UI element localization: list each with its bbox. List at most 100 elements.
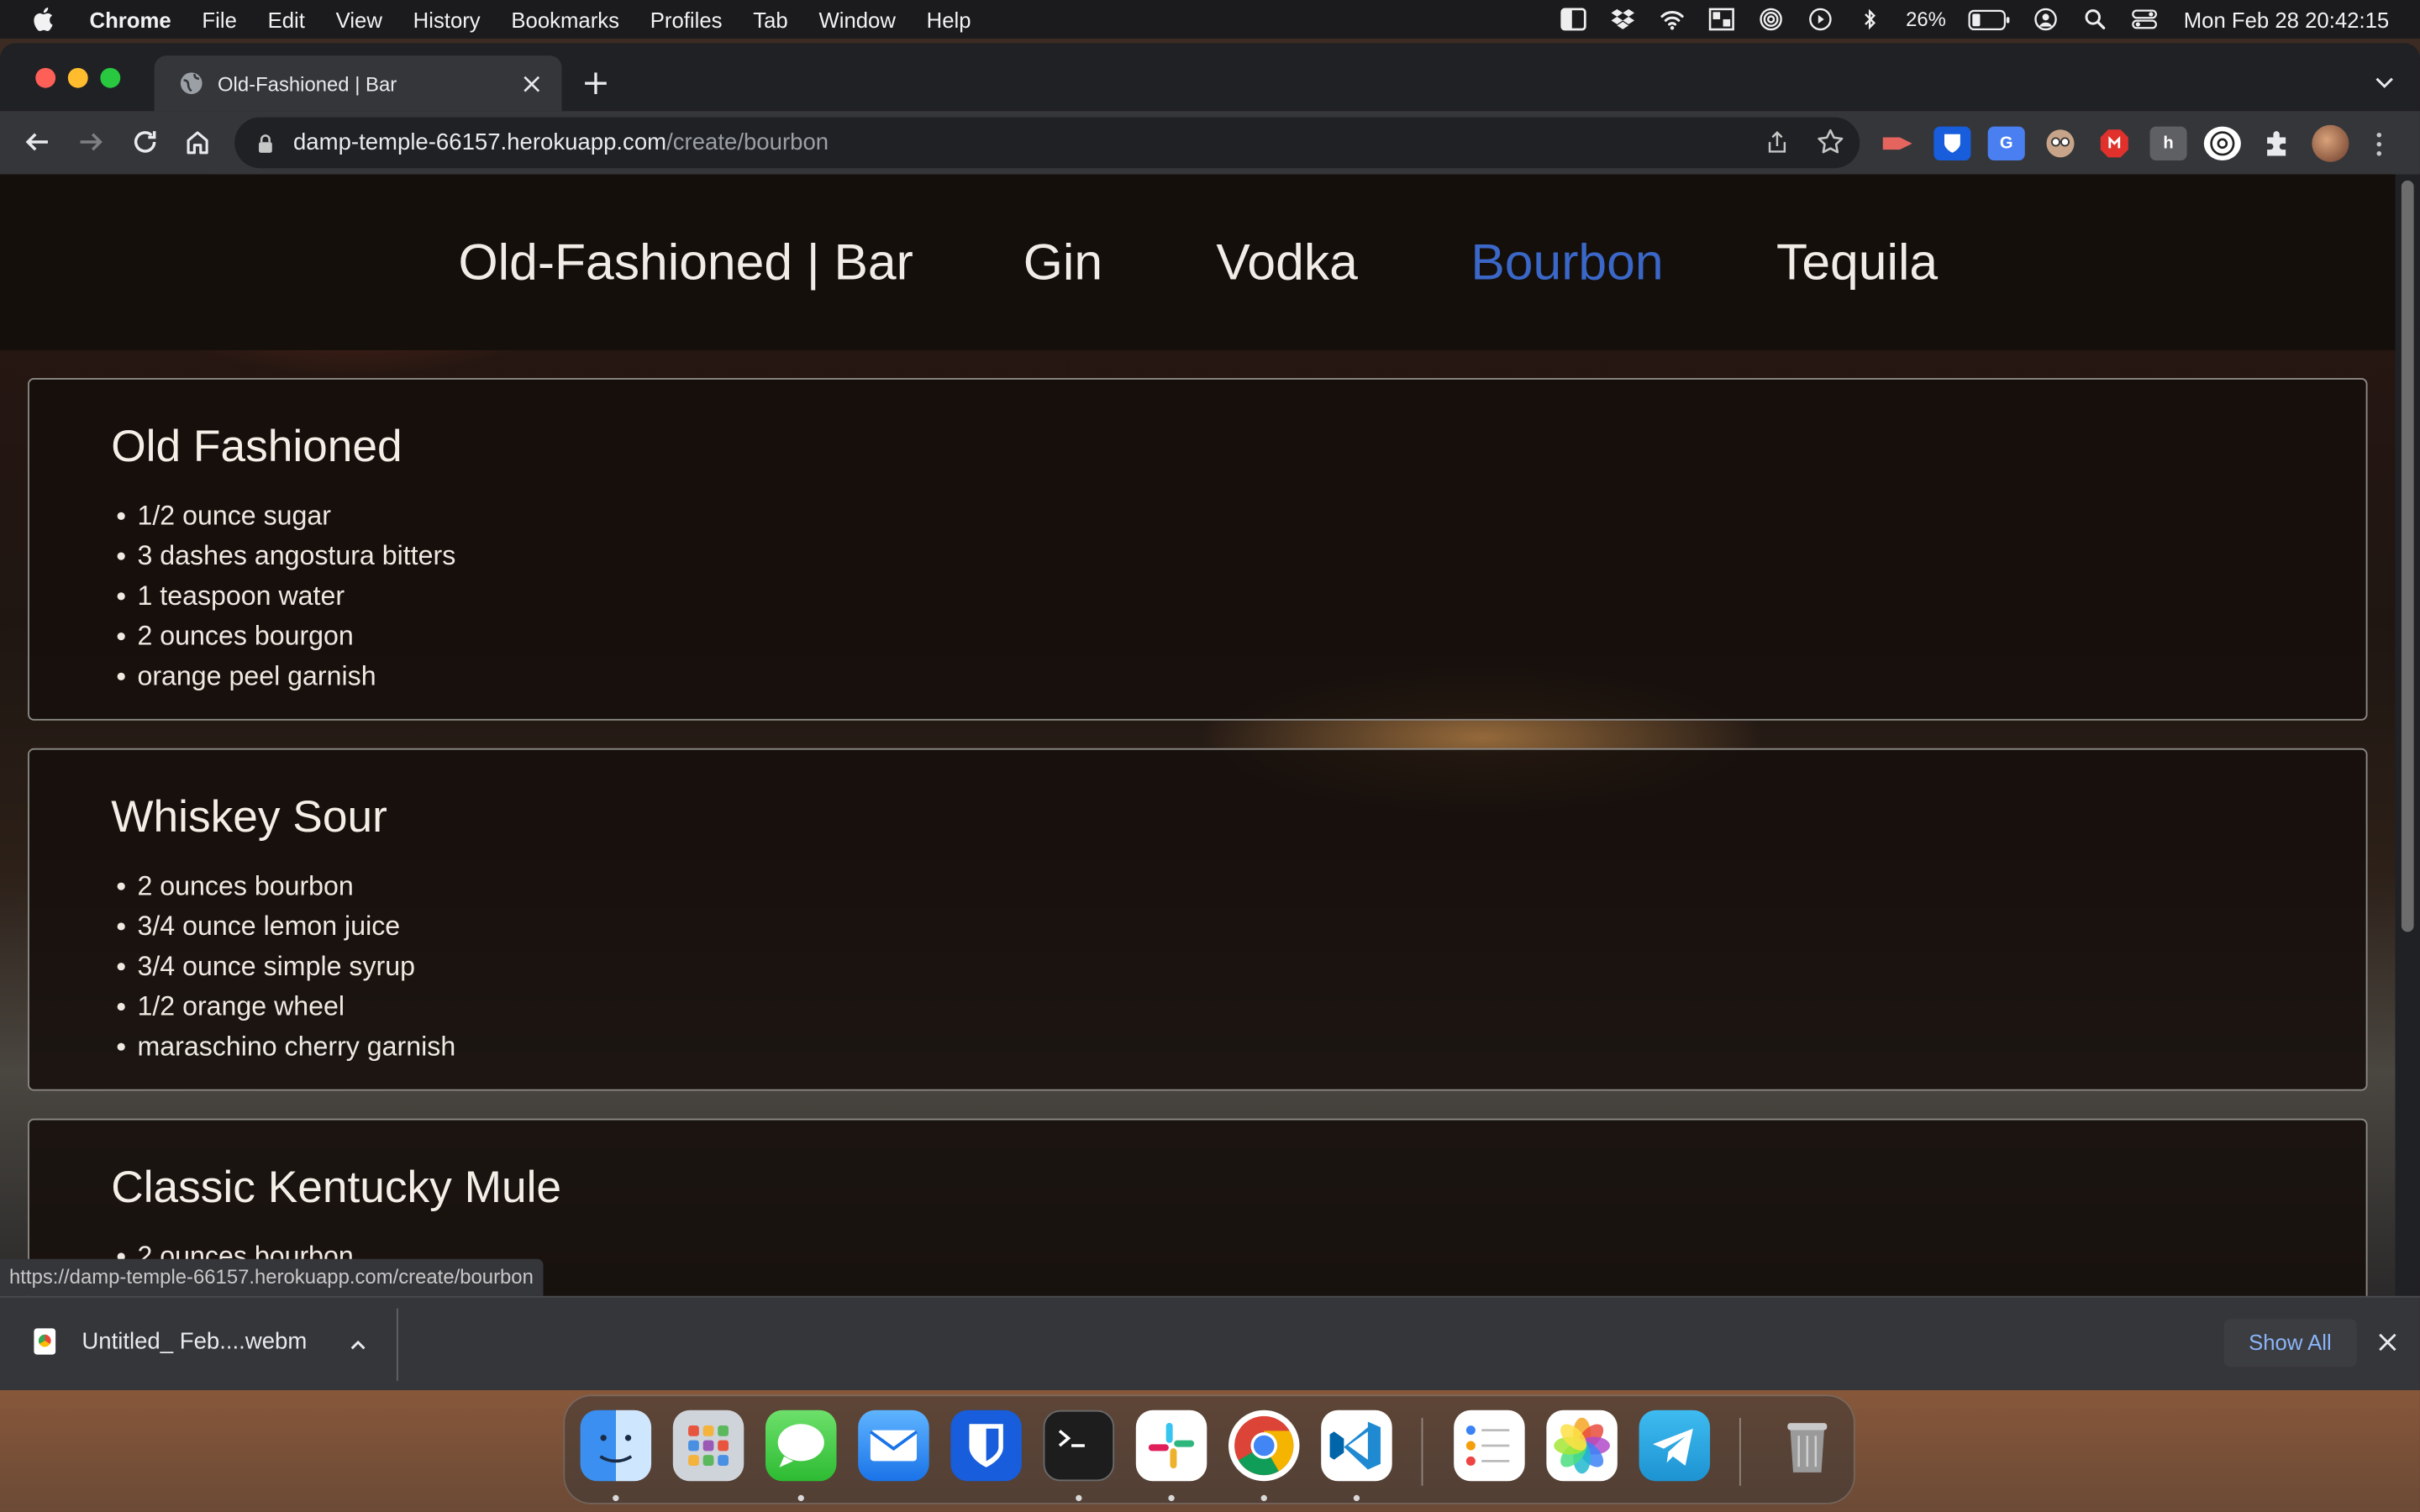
video-recorder-extension-icon[interactable] bbox=[1880, 127, 1917, 160]
dock bbox=[563, 1394, 1855, 1504]
share-icon[interactable] bbox=[1765, 129, 1791, 155]
airdrop-icon[interactable] bbox=[1758, 7, 1786, 31]
menu-clock[interactable]: Mon Feb 28 20:42:15 bbox=[2184, 7, 2389, 31]
running-indicator bbox=[1076, 1494, 1082, 1502]
terminal-icon[interactable] bbox=[1043, 1410, 1115, 1482]
play-icon[interactable] bbox=[1807, 7, 1835, 31]
menu-profiles[interactable]: Profiles bbox=[650, 7, 723, 31]
lock-icon[interactable] bbox=[256, 132, 278, 154]
puzzle-extensions-icon[interactable] bbox=[2258, 127, 2295, 160]
face-extension-icon[interactable] bbox=[2042, 127, 2079, 160]
circle-extension-icon[interactable] bbox=[2203, 126, 2241, 161]
menu-edit[interactable]: Edit bbox=[268, 7, 305, 31]
ingredient-list: 1/2 ounce sugar 3 dashes angostura bitte… bbox=[117, 496, 455, 697]
trash-icon[interactable] bbox=[1772, 1410, 1843, 1481]
window-grid-icon[interactable] bbox=[1708, 7, 1736, 31]
finder-icon[interactable] bbox=[580, 1410, 652, 1482]
ingredient-item: maraschino cherry garnish bbox=[117, 1026, 455, 1067]
ingredient-item: 2 ounces bourbon bbox=[117, 865, 455, 906]
menu-help[interactable]: Help bbox=[927, 7, 971, 31]
adblock-extension-icon[interactable] bbox=[2096, 127, 2133, 160]
show-all-downloads-button[interactable]: Show All bbox=[2223, 1319, 2357, 1368]
dock-divider bbox=[1421, 1417, 1423, 1486]
ingredient-item: 3/4 ounce simple syrup bbox=[117, 946, 455, 986]
menu-bookmarks[interactable]: Bookmarks bbox=[511, 7, 619, 31]
recipe-title: Classic Kentucky Mule bbox=[111, 1163, 562, 1213]
ingredient-item: 3/4 ounce lemon juice bbox=[117, 906, 455, 946]
forward-arrow-icon[interactable] bbox=[76, 127, 107, 158]
slack-icon[interactable] bbox=[1135, 1410, 1207, 1482]
recipe-title: Old Fashioned bbox=[111, 423, 402, 473]
bookmark-star-icon[interactable] bbox=[1817, 128, 1844, 155]
bluetooth-icon[interactable] bbox=[1856, 7, 1884, 31]
telegram-icon[interactable] bbox=[1639, 1410, 1711, 1482]
photos-icon[interactable] bbox=[1546, 1410, 1618, 1482]
user-icon[interactable] bbox=[2033, 7, 2060, 31]
chrome-menu-icon[interactable] bbox=[2366, 128, 2391, 159]
chrome-icon[interactable] bbox=[1228, 1410, 1300, 1482]
nav-brand-link[interactable]: Old-Fashioned | Bar bbox=[458, 233, 913, 291]
menu-tab[interactable]: Tab bbox=[753, 7, 787, 31]
browser-toolbar: damp-temple-66157.herokuapp.com/create/b… bbox=[0, 111, 2420, 175]
close-tab-icon[interactable] bbox=[518, 71, 543, 95]
ingredient-item: 1/2 ounce sugar bbox=[117, 496, 455, 536]
status-bubble-url: https://damp-temple-66157.herokuapp.com/… bbox=[0, 1258, 543, 1296]
divider bbox=[397, 1308, 398, 1381]
globe-icon bbox=[179, 71, 203, 95]
recipe-card-old-fashioned: Old Fashioned 1/2 ounce sugar 3 dashes a… bbox=[28, 377, 2368, 721]
minimize-window-button[interactable] bbox=[67, 67, 88, 88]
recipe-card-whiskey-sour: Whiskey Sour 2 ounces bourbon 3/4 ounce … bbox=[28, 748, 2368, 1091]
close-window-button[interactable] bbox=[35, 67, 56, 88]
ingredient-item: orange peel garnish bbox=[117, 656, 455, 696]
spotlight-search-icon[interactable] bbox=[2082, 7, 2110, 31]
zoom-window-button[interactable] bbox=[100, 67, 121, 88]
ingredient-item: 1/2 orange wheel bbox=[117, 986, 455, 1026]
battery-icon[interactable] bbox=[1968, 7, 2011, 31]
reminders-icon[interactable] bbox=[1454, 1410, 1525, 1482]
messages-icon[interactable] bbox=[765, 1410, 837, 1482]
mail-icon[interactable] bbox=[858, 1410, 929, 1482]
google-translate-extension-icon[interactable]: G bbox=[1987, 126, 2025, 161]
running-indicator bbox=[613, 1494, 619, 1502]
running-indicator bbox=[1353, 1494, 1360, 1502]
new-tab-icon[interactable] bbox=[581, 70, 609, 97]
dock-divider bbox=[1739, 1417, 1741, 1486]
scrollbar-thumb[interactable] bbox=[2401, 180, 2414, 932]
sidebar-toggle-icon[interactable] bbox=[1560, 7, 1588, 31]
bitwarden-icon[interactable] bbox=[950, 1410, 1022, 1482]
page-viewport: Old-Fashioned | Bar Gin Vodka Bourbon Te… bbox=[0, 174, 2396, 1296]
url-path: /create/bourbon bbox=[666, 129, 829, 156]
nav-link-gin[interactable]: Gin bbox=[1023, 233, 1102, 291]
tab-active[interactable]: Old-Fashioned | Bar bbox=[154, 55, 562, 112]
tab-search-chevron-icon[interactable] bbox=[2374, 71, 2396, 92]
apple-icon[interactable] bbox=[31, 6, 59, 32]
home-icon[interactable] bbox=[182, 127, 213, 158]
vscode-icon[interactable] bbox=[1321, 1410, 1392, 1482]
menu-app-name[interactable]: Chrome bbox=[90, 7, 171, 31]
control-center-icon[interactable] bbox=[2131, 7, 2159, 31]
menu-history[interactable]: History bbox=[413, 7, 481, 31]
page-scrollbar[interactable] bbox=[2395, 174, 2420, 1296]
menu-window[interactable]: Window bbox=[818, 7, 895, 31]
nav-link-bourbon[interactable]: Bourbon bbox=[1470, 233, 1663, 291]
nav-link-vodka[interactable]: Vodka bbox=[1216, 233, 1358, 291]
nav-link-tequila[interactable]: Tequila bbox=[1776, 233, 1938, 291]
h-extension-icon[interactable]: h bbox=[2149, 126, 2187, 161]
back-arrow-icon[interactable] bbox=[22, 127, 53, 158]
menu-bar: Chrome File Edit View History Bookmarks … bbox=[0, 0, 2420, 39]
menu-file[interactable]: File bbox=[202, 7, 236, 31]
reload-icon[interactable] bbox=[129, 127, 160, 158]
close-download-shelf-icon[interactable] bbox=[2377, 1331, 2402, 1356]
dropbox-icon[interactable] bbox=[1609, 7, 1637, 31]
chevron-up-icon[interactable] bbox=[349, 1335, 367, 1353]
screen: Chrome File Edit View History Bookmarks … bbox=[0, 0, 2420, 1512]
address-bar[interactable]: damp-temple-66157.herokuapp.com/create/b… bbox=[234, 117, 1860, 169]
ingredient-item: 1 teaspoon water bbox=[117, 575, 455, 616]
profile-avatar[interactable] bbox=[2312, 124, 2349, 162]
download-item[interactable]: Untitled_ Feb....webm bbox=[34, 1328, 307, 1355]
launchpad-icon[interactable] bbox=[672, 1410, 744, 1482]
bitwarden-extension-icon[interactable] bbox=[1933, 126, 1971, 161]
menu-view[interactable]: View bbox=[336, 7, 382, 31]
running-indicator bbox=[1168, 1494, 1175, 1502]
wifi-icon[interactable] bbox=[1659, 7, 1686, 31]
